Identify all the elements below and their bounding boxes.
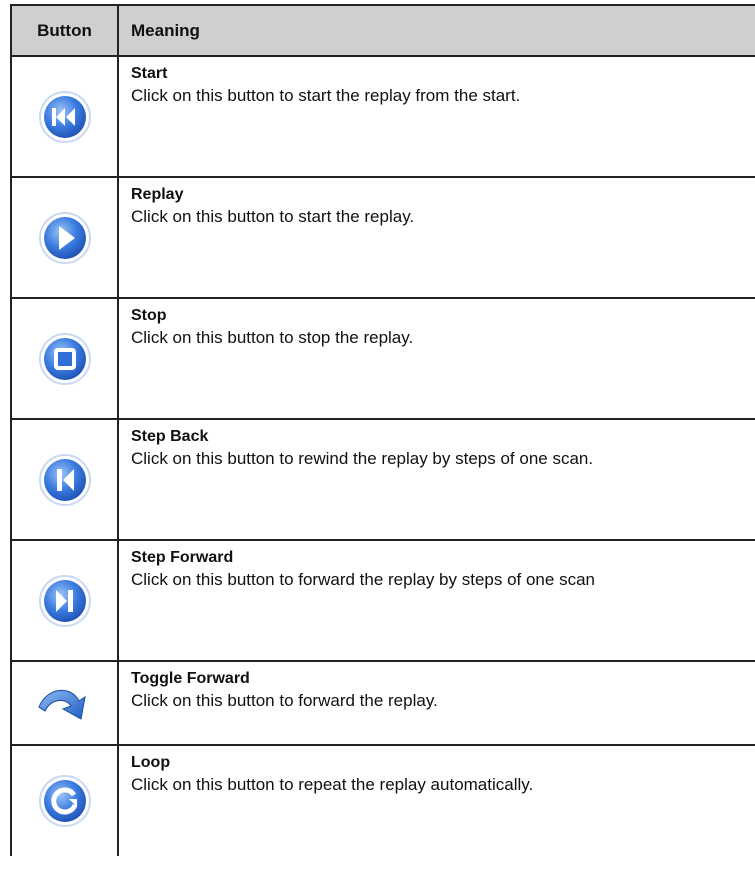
row-description: Click on this button to forward the repl… [131,691,438,710]
row-title: Replay [131,186,184,203]
row-title: Step Forward [131,549,234,566]
row-title: Start [131,65,168,82]
row-description: Click on this button to repeat the repla… [131,775,534,794]
table-row: Toggle Forward Click on this button to f… [12,662,755,746]
table-header: Button Meaning [12,6,755,57]
row-description: Click on this button to start the replay… [131,207,415,226]
step-back-icon[interactable] [37,452,93,508]
rewind-to-start-icon[interactable] [37,89,93,145]
table-row: Start Click on this button to start the … [12,57,755,178]
row-title: Loop [131,754,171,771]
row-description: Click on this button to start the replay… [131,86,521,105]
row-title: Toggle Forward [131,670,250,687]
table-row: Step Forward Click on this button to for… [12,541,755,662]
row-description: Click on this button to forward the repl… [131,570,595,589]
table-row: Step Back Click on this button to rewind… [12,420,755,541]
step-forward-icon[interactable] [37,573,93,629]
row-description: Click on this button to stop the replay. [131,328,414,347]
table-row: Loop Click on this button to repeat the … [12,746,755,856]
header-button-column: Button [12,6,119,55]
stop-icon[interactable] [37,331,93,387]
row-title: Stop [131,307,167,324]
table-row: Replay Click on this button to start the… [12,178,755,299]
row-title: Step Back [131,428,209,445]
play-icon[interactable] [37,210,93,266]
loop-icon[interactable] [37,773,93,829]
button-legend-table: Button Meaning Start Click on this butto… [10,4,755,856]
header-meaning-column: Meaning [131,20,200,40]
table-row: Stop Click on this button to stop the re… [12,299,755,420]
row-description: Click on this button to rewind the repla… [131,449,594,468]
curved-arrow-icon[interactable] [35,681,95,725]
